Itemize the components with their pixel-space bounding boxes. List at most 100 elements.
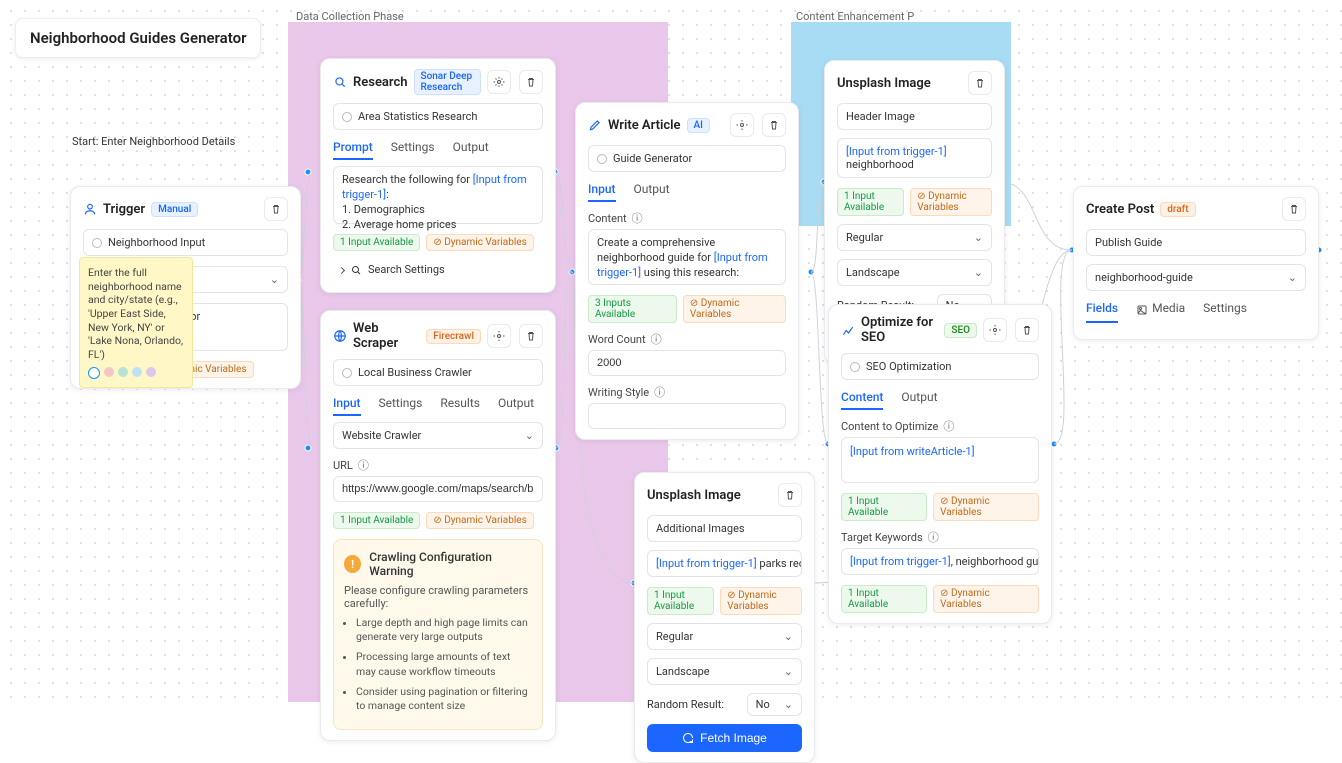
seo-title: Optimize for SEO (861, 315, 938, 345)
article-tabs: Input Output (588, 182, 786, 202)
target-keywords-input[interactable]: [Input from trigger-1], neighborhood gui… (841, 548, 1039, 575)
tab-output[interactable]: Output (453, 140, 489, 160)
post-tabs: Fields Media Settings (1086, 301, 1306, 323)
scraper-mode-select[interactable]: Website Crawler⌄ (333, 422, 543, 449)
settings-button[interactable] (487, 70, 511, 94)
delete-button[interactable] (968, 71, 992, 95)
globe-icon (333, 329, 347, 343)
settings-button[interactable] (983, 318, 1007, 342)
settings-button[interactable] (730, 113, 754, 137)
tab-fields[interactable]: Fields (1086, 301, 1118, 323)
status-dot-icon (92, 238, 102, 248)
delete-button[interactable] (519, 70, 543, 94)
unsplash2-query[interactable]: [Input from trigger-1] parks recreati (647, 550, 802, 577)
info-icon: ⓘ (632, 210, 643, 226)
status-dot-icon (342, 112, 352, 122)
writing-style-input[interactable] (588, 403, 786, 429)
tab-prompt[interactable]: Prompt (333, 140, 373, 160)
status-dot-icon (342, 368, 352, 378)
delete-button[interactable] (762, 113, 786, 137)
unsplash2-orientation-select[interactable]: Landscape⌄ (647, 658, 802, 685)
tab-settings[interactable]: Settings (391, 140, 435, 160)
tab-input[interactable]: Input (333, 396, 361, 416)
status-dot-icon (850, 362, 860, 372)
pill-dynamic-variables[interactable]: ⊘ Dynamic Variables (720, 587, 802, 615)
pill-dynamic-variables[interactable]: ⊘ Dynamic Variables (933, 493, 1039, 521)
trigger-name[interactable]: Neighborhood Input (83, 229, 288, 256)
node-unsplash-additional[interactable]: Unsplash Image Additional Images [Input … (634, 472, 815, 763)
post-badge: draft (1160, 202, 1195, 217)
content-optimize-label: Content to Optimizeⓘ (841, 418, 1039, 434)
phase-content-enhancement-label: Content Enhancement P (796, 10, 914, 23)
delete-button[interactable] (778, 483, 802, 507)
pill-dynamic-variables[interactable]: ⊘ Dynamic Variables (910, 188, 992, 216)
research-badge: Sonar Deep Research (414, 69, 481, 95)
pill-dynamic-variables[interactable]: ⊘ Dynamic Variables (933, 585, 1039, 613)
node-web-scraper[interactable]: Web Scraper Firecrawl Local Business Cra… (320, 310, 556, 741)
unsplash1-orientation-select[interactable]: Landscape⌄ (837, 259, 992, 286)
start-label: Start: Enter Neighborhood Details (72, 135, 235, 148)
unsplash1-title: Unsplash Image (837, 76, 931, 91)
unsplash2-title: Unsplash Image (647, 488, 741, 503)
status-dot-icon (597, 154, 607, 164)
post-name[interactable]: Publish Guide (1086, 229, 1306, 256)
research-name[interactable]: Area Statistics Research (333, 103, 543, 130)
pill-dynamic-variables[interactable]: ⊘ Dynamic Variables (426, 234, 533, 251)
tab-settings[interactable]: Settings (1203, 301, 1247, 323)
tab-output[interactable]: Output (498, 396, 534, 416)
unsplash1-name[interactable]: Header Image (837, 103, 992, 130)
info-icon: ⓘ (358, 457, 369, 473)
fetch-image-button[interactable]: Fetch Image (647, 724, 802, 752)
unsplash1-size-select[interactable]: Regular⌄ (837, 224, 992, 251)
research-prompt[interactable]: Research the following for [Input from t… (333, 166, 543, 224)
pill-inputs-available: 1 Input Available (841, 585, 927, 613)
tab-input[interactable]: Input (588, 182, 616, 202)
edit-icon (588, 118, 602, 132)
research-tabs: Prompt Settings Output (333, 140, 543, 160)
trigger-badge: Manual (151, 202, 198, 217)
pill-dynamic-variables[interactable]: ⊘ Dynamic Variables (426, 512, 533, 529)
article-content[interactable]: Create a comprehensive neighborhood guid… (588, 229, 786, 285)
node-seo[interactable]: Optimize for SEO SEO SEO Optimization Co… (828, 304, 1052, 624)
delete-button[interactable] (264, 197, 288, 221)
article-name[interactable]: Guide Generator (588, 145, 786, 172)
scraper-tabs: Input Settings Results Output (333, 396, 543, 416)
tab-output[interactable]: Output (634, 182, 670, 202)
seo-name[interactable]: SEO Optimization (841, 353, 1039, 380)
pill-inputs-available: 1 Input Available (647, 587, 714, 615)
node-write-article[interactable]: Write Article AI Guide Generator Input O… (575, 102, 799, 440)
scraper-name[interactable]: Local Business Crawler (333, 359, 543, 386)
tab-output[interactable]: Output (901, 390, 937, 410)
delete-button[interactable] (519, 324, 543, 348)
search-settings-toggle[interactable]: Search Settings (333, 257, 543, 282)
settings-button[interactable] (487, 324, 511, 348)
crawl-warning: !Crawling Configuration Warning Please c… (333, 539, 543, 730)
tab-settings[interactable]: Settings (379, 396, 423, 416)
unsplash2-name[interactable]: Additional Images (647, 515, 802, 542)
trigger-tooltip: Enter the full neighborhood name and cit… (79, 257, 193, 388)
seo-tabs: Content Output (841, 390, 1039, 410)
delete-button[interactable] (1015, 318, 1039, 342)
info-icon: ⓘ (654, 384, 665, 400)
tab-content[interactable]: Content (841, 390, 883, 410)
node-create-post[interactable]: Create Post draft Publish Guide neighbor… (1073, 186, 1319, 340)
random-select[interactable]: No⌄ (747, 693, 802, 716)
info-icon: ⓘ (928, 529, 939, 545)
article-badge: AI (687, 118, 710, 133)
content-optimize-input[interactable]: [Input from writeArticle-1] (841, 437, 1039, 483)
unsplash1-query[interactable]: [Input from trigger-1] neighborhood (837, 138, 992, 178)
url-input[interactable] (333, 476, 543, 502)
pill-inputs-available: 1 Input Available (333, 512, 420, 529)
node-research[interactable]: Research Sonar Deep Research Area Statis… (320, 58, 556, 293)
delete-button[interactable] (1282, 197, 1306, 221)
pill-inputs-available: 1 Input Available (841, 493, 927, 521)
tab-results[interactable]: Results (440, 396, 480, 416)
url-label: URLⓘ (333, 457, 543, 473)
tab-media[interactable]: Media (1136, 301, 1185, 323)
pill-dynamic-variables[interactable]: ⊘ Dynamic Variables (683, 295, 786, 323)
content-label: Contentⓘ (588, 210, 786, 226)
wordcount-label: Word Countⓘ (588, 331, 786, 347)
wordcount-input[interactable] (588, 350, 786, 376)
post-slug-select[interactable]: neighborhood-guide⌄ (1086, 264, 1306, 291)
unsplash2-size-select[interactable]: Regular⌄ (647, 623, 802, 650)
